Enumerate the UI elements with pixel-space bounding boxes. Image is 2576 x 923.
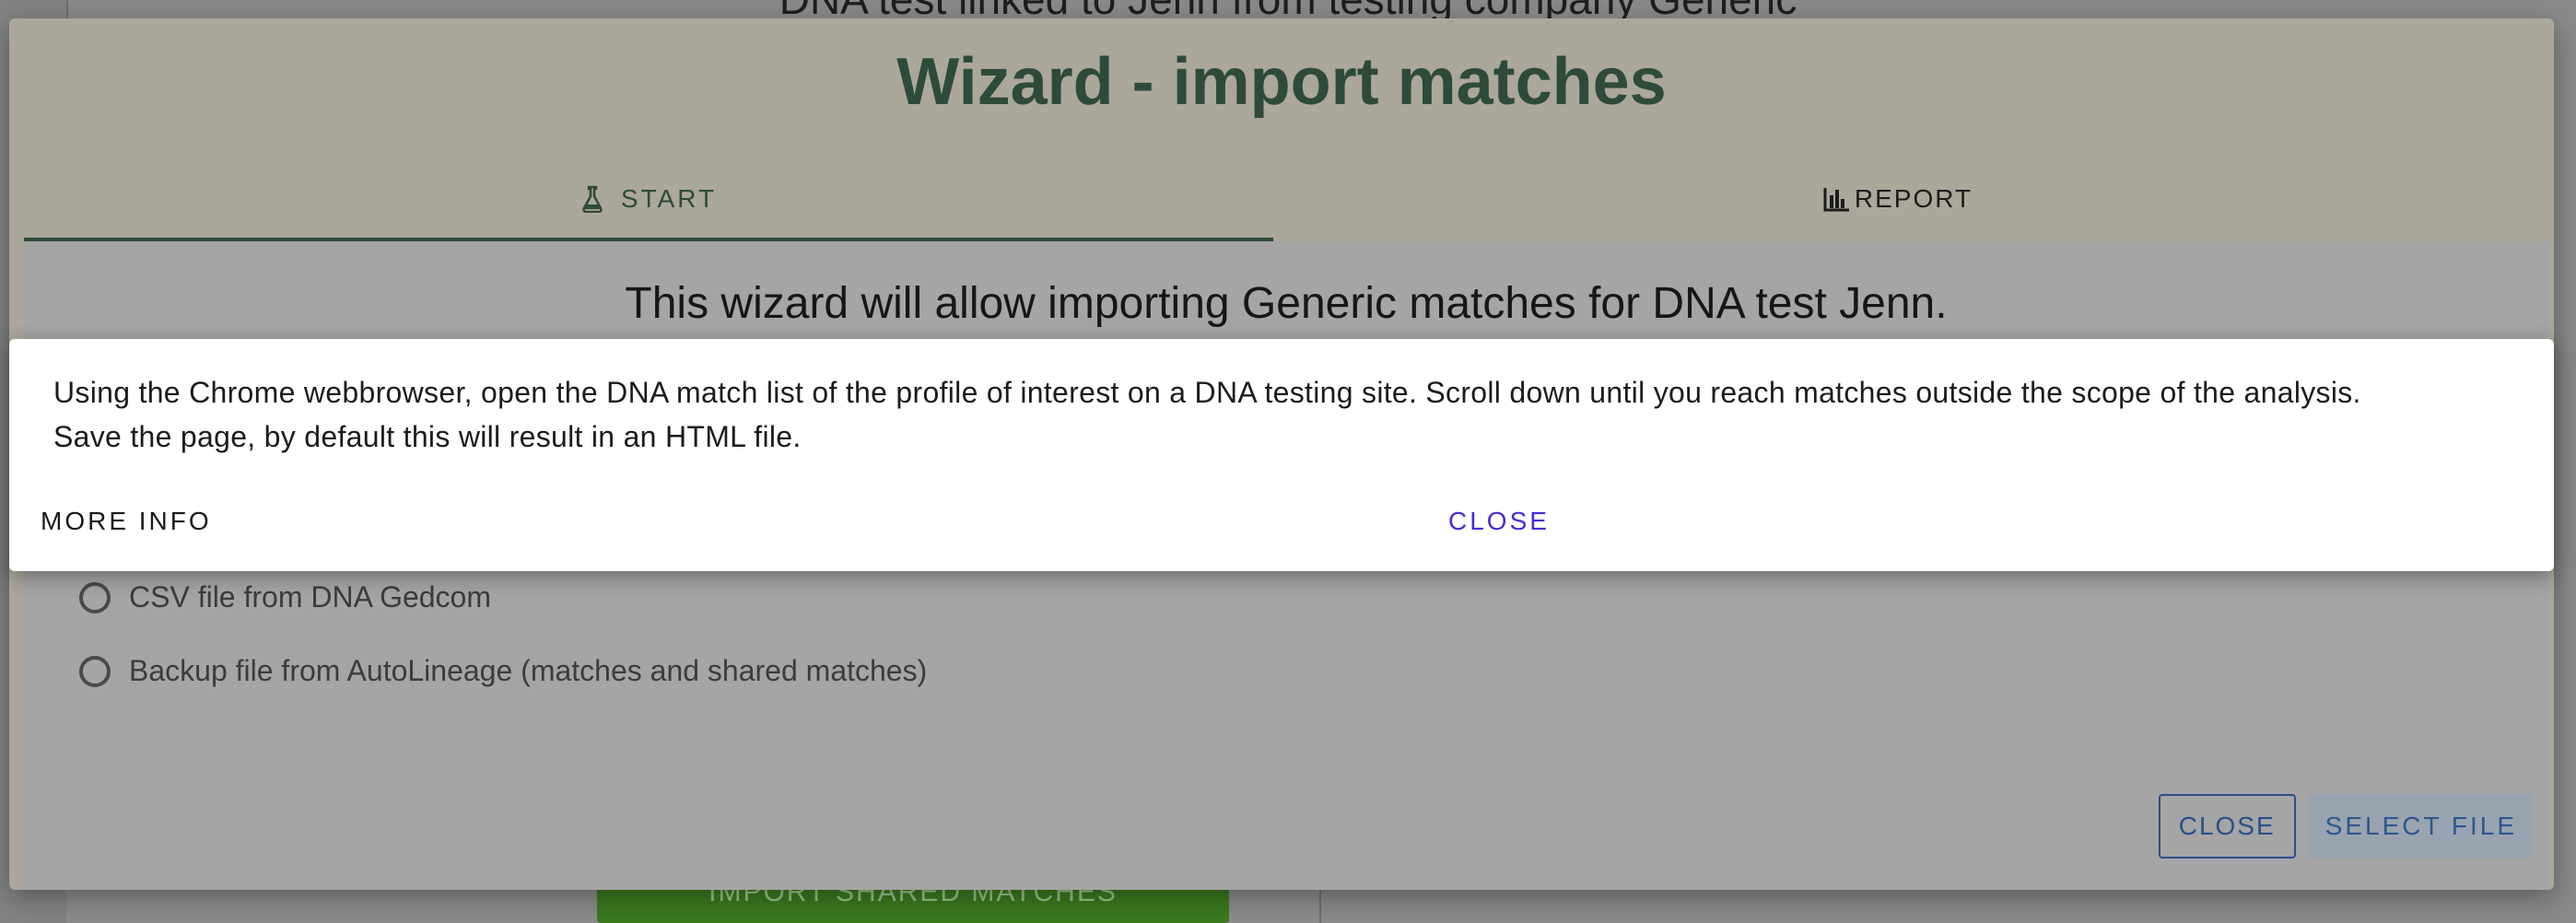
wizard-tabs: START REPORT bbox=[24, 157, 2548, 241]
radio-button[interactable] bbox=[79, 655, 111, 687]
tab-report-label: REPORT bbox=[1854, 184, 1973, 213]
info-line: Save the page, by default this will resu… bbox=[53, 420, 802, 453]
option-label: CSV file from DNA Gedcom bbox=[129, 580, 491, 613]
wizard-title: Wizard - import matches bbox=[896, 45, 1667, 119]
flask-icon bbox=[580, 185, 604, 213]
tab-start-label: START bbox=[620, 184, 718, 213]
option-csv-dna-gedcom[interactable]: CSV file from DNA Gedcom bbox=[79, 580, 491, 614]
wizard-intro: This wizard will allow importing Generic… bbox=[625, 279, 1948, 328]
info-close-button[interactable]: CLOSE bbox=[1448, 507, 1550, 536]
bar-chart-icon bbox=[1823, 186, 1851, 212]
wizard-actions: CLOSE SELECT FILE bbox=[2158, 794, 2534, 859]
select-file-button[interactable]: SELECT FILE bbox=[2308, 794, 2534, 859]
close-button[interactable]: CLOSE bbox=[2158, 794, 2296, 859]
tab-start[interactable]: START bbox=[24, 157, 1273, 241]
radio-button[interactable] bbox=[79, 581, 111, 613]
info-popup: Using the Chrome webbrowser, open the DN… bbox=[9, 339, 2554, 571]
info-text: Using the Chrome webbrowser, open the DN… bbox=[53, 370, 2523, 459]
info-line: Using the Chrome webbrowser, open the DN… bbox=[53, 376, 2361, 409]
tab-report[interactable]: REPORT bbox=[1273, 157, 2523, 241]
option-label: Backup file from AutoLineage (matches an… bbox=[129, 654, 928, 687]
import-shared-matches-button[interactable]: IMPORT SHARED MATCHES bbox=[597, 884, 1229, 923]
more-info-button[interactable]: MORE INFO bbox=[41, 507, 212, 536]
option-autolineage-backup[interactable]: Backup file from AutoLineage (matches an… bbox=[79, 654, 927, 688]
